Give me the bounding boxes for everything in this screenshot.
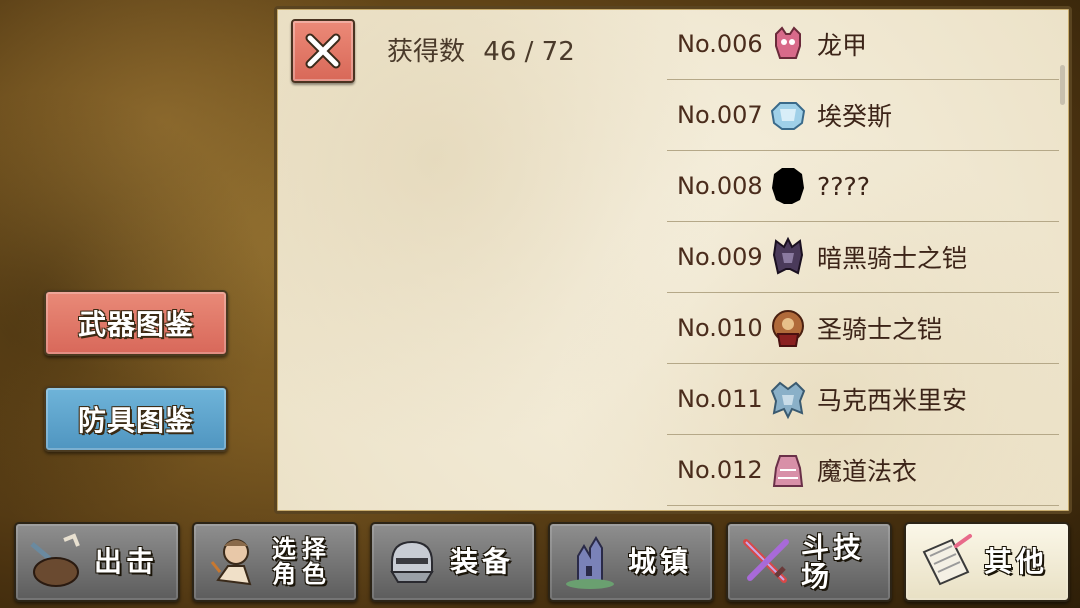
maximilian-armor-icon	[763, 374, 813, 424]
list-item[interactable]: No.010 圣骑士之铠	[667, 293, 1059, 364]
tab-label: 城镇	[628, 545, 693, 579]
item-number: No.010	[677, 314, 763, 342]
armor-list[interactable]: No.006 龙甲 No.007 埃癸斯 No.008 ???? No.009	[667, 9, 1059, 509]
list-scrollbar[interactable]	[1060, 65, 1065, 105]
tab-sortie[interactable]: 出击	[14, 522, 180, 602]
equipment-helmet-icon	[378, 528, 446, 596]
aegis-armor-icon	[763, 90, 813, 140]
town-castle-icon	[556, 528, 624, 596]
item-number: No.008	[677, 172, 763, 200]
item-name: 龙甲	[817, 31, 868, 60]
tab-label-line2: 角色	[272, 560, 332, 588]
list-item[interactable]: No.009 暗黑骑士之铠	[667, 222, 1059, 293]
tab-label: 斗技场	[801, 530, 866, 593]
tab-label: 其他	[984, 545, 1049, 579]
unknown-silhouette-icon	[763, 161, 813, 211]
item-name: 马克西米里安	[817, 386, 968, 415]
tab-label: 选择 角色	[272, 534, 332, 588]
character-select-icon	[200, 528, 268, 596]
dark-knight-armor-icon	[763, 232, 813, 282]
list-item[interactable]: No.006 龙甲	[667, 9, 1059, 80]
tab-label: 出击	[94, 545, 159, 579]
item-name: 圣骑士之铠	[817, 315, 943, 344]
item-number: No.009	[677, 243, 763, 271]
list-item[interactable]: No.007 埃癸斯	[667, 80, 1059, 151]
item-number: No.012	[677, 456, 763, 484]
tab-equipment[interactable]: 装备	[370, 522, 536, 602]
item-number: No.006	[677, 30, 763, 58]
item-name: 暗黑骑士之铠	[817, 244, 968, 273]
close-icon	[305, 33, 341, 69]
list-item[interactable]: No.012 魔道法衣	[667, 435, 1059, 506]
paladin-armor-icon	[763, 303, 813, 353]
item-number: No.007	[677, 101, 763, 129]
tab-town[interactable]: 城镇	[548, 522, 714, 602]
item-name: 埃癸斯	[817, 102, 893, 131]
tab-character-select[interactable]: 选择 角色	[192, 522, 358, 602]
bottom-navigation: 出击 选择 角色 装备 城镇 斗技场 其他	[14, 522, 1070, 602]
armor-catalog-panel: 获得数 46 / 72 No.006 龙甲 No.007 埃癸斯 No.008 …	[274, 6, 1072, 514]
weapon-catalog-button[interactable]: 武器图鉴	[44, 290, 228, 356]
item-name: 魔道法衣	[817, 457, 918, 486]
arena-swords-icon	[734, 528, 797, 596]
obtained-count: 获得数 46 / 72	[387, 31, 575, 68]
close-button[interactable]	[291, 19, 355, 83]
list-item[interactable]: No.011 马克西米里安	[667, 364, 1059, 435]
magic-robe-icon	[763, 445, 813, 495]
count-label: 获得数	[387, 37, 466, 67]
other-scroll-icon	[912, 528, 980, 596]
count-value: 46 / 72	[483, 37, 575, 67]
list-item[interactable]: No.008 ????	[667, 151, 1059, 222]
item-name: ????	[817, 171, 871, 201]
tab-other[interactable]: 其他	[904, 522, 1070, 602]
item-number: No.011	[677, 385, 763, 413]
sortie-pot-icon	[22, 528, 90, 596]
tab-label: 装备	[450, 545, 515, 579]
tab-arena[interactable]: 斗技场	[726, 522, 892, 602]
armor-catalog-button[interactable]: 防具图鉴	[44, 386, 228, 452]
dragon-armor-icon	[763, 19, 813, 69]
tab-label-line1: 选择	[272, 534, 332, 563]
